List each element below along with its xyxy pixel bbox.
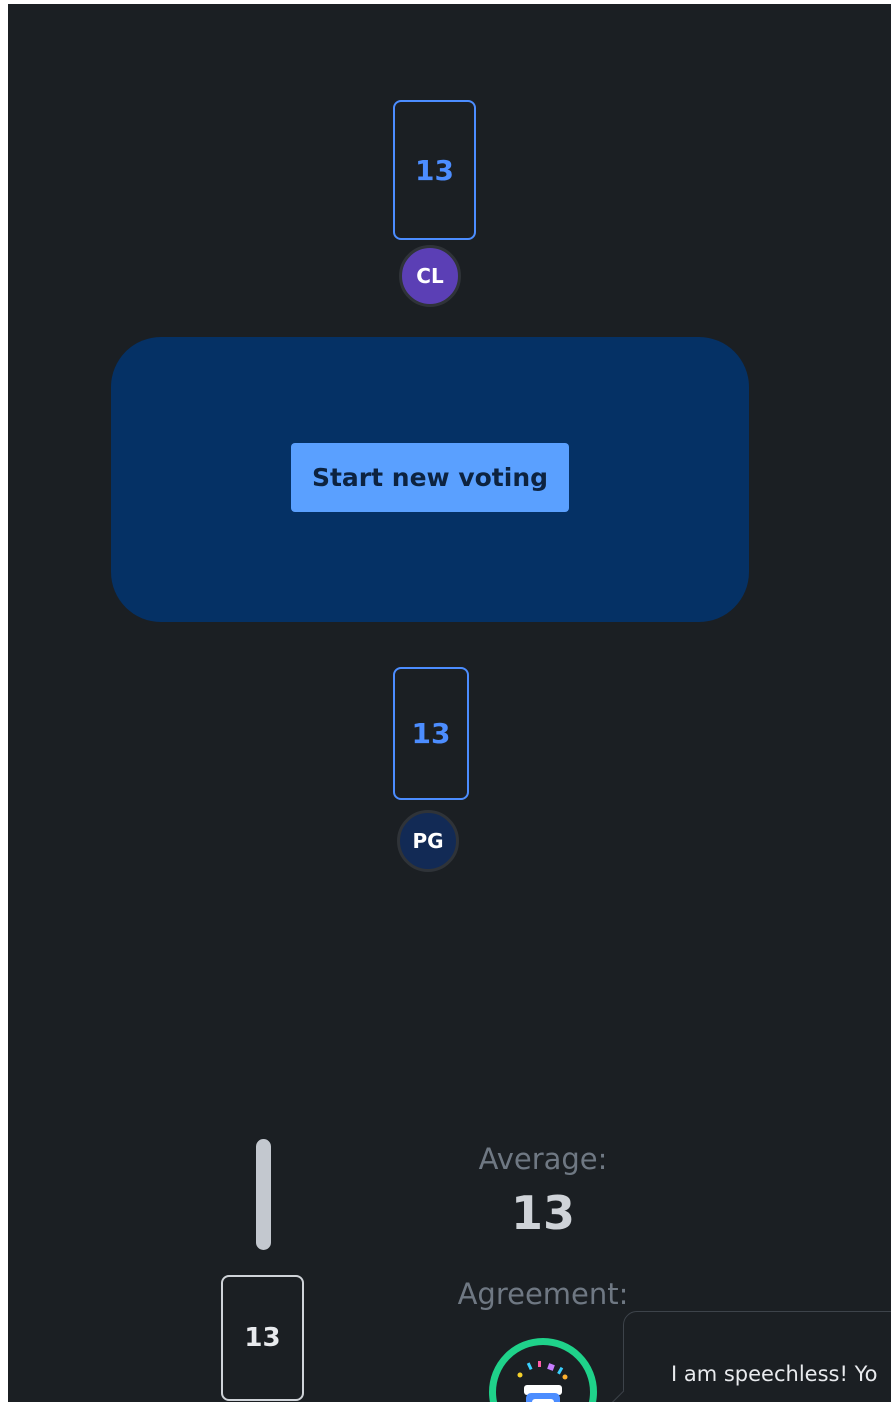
player-card-value: 13 xyxy=(411,717,451,750)
average-label: Average: xyxy=(478,1142,608,1176)
result-card-value: 13 xyxy=(244,1323,281,1353)
feedback-bubble: I am speechless! Yo xyxy=(611,1311,891,1402)
left-edge xyxy=(0,0,8,1402)
avatar-pg[interactable]: PG xyxy=(397,810,459,872)
agreement-label: Agreement: xyxy=(457,1277,629,1311)
result-card: 13 xyxy=(221,1275,304,1401)
poker-table: Start new voting xyxy=(111,337,749,622)
agreement-indicator xyxy=(489,1338,597,1402)
planning-poker-stage: 13 CL Start new voting 13 PG 13 Average:… xyxy=(8,4,891,1402)
avatar-cl[interactable]: CL xyxy=(399,245,461,307)
vote-count-bar xyxy=(256,1139,271,1250)
player-card-pg: 13 xyxy=(393,667,469,800)
avatar-initials: CL xyxy=(416,264,444,288)
player-card-value: 13 xyxy=(415,153,454,187)
feedback-message: I am speechless! Yo xyxy=(671,1362,878,1386)
player-card-cl: 13 xyxy=(393,100,476,240)
average-value: 13 xyxy=(510,1186,575,1240)
start-new-voting-button[interactable]: Start new voting xyxy=(291,443,569,512)
avatar-initials: PG xyxy=(412,829,444,853)
party-robot-icon xyxy=(517,1361,568,1402)
feedback-bubble-tail xyxy=(611,1390,636,1402)
